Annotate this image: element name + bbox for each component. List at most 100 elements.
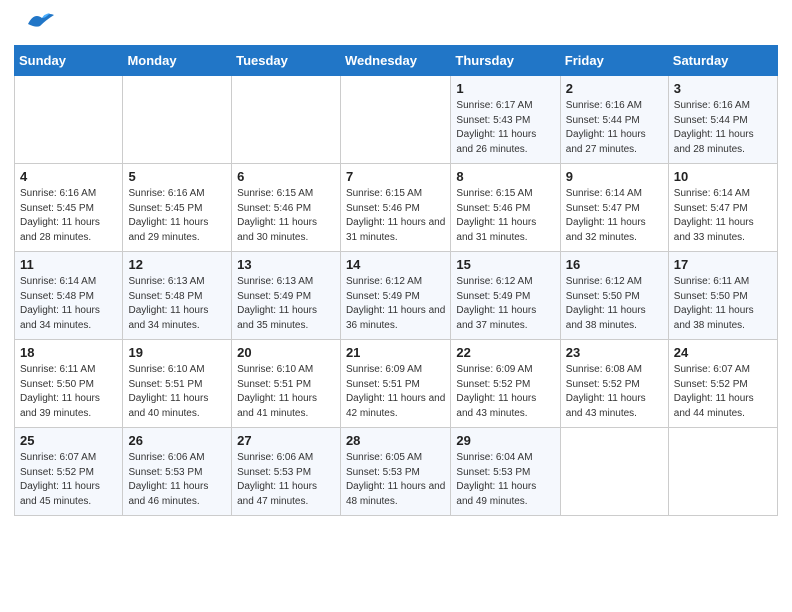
calendar-cell: 6Sunrise: 6:15 AMSunset: 5:46 PMDaylight… (232, 164, 341, 252)
calendar-cell: 10Sunrise: 6:14 AMSunset: 5:47 PMDayligh… (668, 164, 777, 252)
day-info: Sunrise: 6:15 AMSunset: 5:46 PMDaylight:… (237, 187, 335, 245)
day-number: 26 (128, 432, 226, 450)
calendar-cell: 2Sunrise: 6:16 AMSunset: 5:44 PMDaylight… (560, 76, 668, 164)
day-number: 17 (674, 256, 772, 274)
day-info: Sunrise: 6:11 AMSunset: 5:50 PMDaylight:… (674, 275, 772, 333)
calendar-cell: 3Sunrise: 6:16 AMSunset: 5:44 PMDaylight… (668, 76, 777, 164)
day-info: Sunrise: 6:05 AMSunset: 5:53 PMDaylight:… (346, 451, 445, 509)
day-info: Sunrise: 6:10 AMSunset: 5:51 PMDaylight:… (128, 363, 226, 421)
day-info: Sunrise: 6:08 AMSunset: 5:52 PMDaylight:… (566, 363, 663, 421)
calendar-cell: 21Sunrise: 6:09 AMSunset: 5:51 PMDayligh… (340, 340, 450, 428)
calendar-cell: 16Sunrise: 6:12 AMSunset: 5:50 PMDayligh… (560, 252, 668, 340)
day-info: Sunrise: 6:15 AMSunset: 5:46 PMDaylight:… (456, 187, 554, 245)
day-info: Sunrise: 6:09 AMSunset: 5:52 PMDaylight:… (456, 363, 554, 421)
calendar-cell: 27Sunrise: 6:06 AMSunset: 5:53 PMDayligh… (232, 428, 341, 516)
calendar-header: SundayMondayTuesdayWednesdayThursdayFrid… (15, 46, 778, 76)
day-number: 27 (237, 432, 335, 450)
day-info: Sunrise: 6:06 AMSunset: 5:53 PMDaylight:… (128, 451, 226, 509)
day-number: 11 (20, 256, 117, 274)
day-info: Sunrise: 6:16 AMSunset: 5:44 PMDaylight:… (566, 99, 663, 157)
calendar-cell: 4Sunrise: 6:16 AMSunset: 5:45 PMDaylight… (15, 164, 123, 252)
day-info: Sunrise: 6:07 AMSunset: 5:52 PMDaylight:… (20, 451, 117, 509)
calendar-cell (668, 428, 777, 516)
calendar-cell (560, 428, 668, 516)
day-number: 20 (237, 344, 335, 362)
calendar-cell: 9Sunrise: 6:14 AMSunset: 5:47 PMDaylight… (560, 164, 668, 252)
day-info: Sunrise: 6:12 AMSunset: 5:50 PMDaylight:… (566, 275, 663, 333)
day-info: Sunrise: 6:11 AMSunset: 5:50 PMDaylight:… (20, 363, 117, 421)
day-number: 22 (456, 344, 554, 362)
day-number: 23 (566, 344, 663, 362)
day-number: 25 (20, 432, 117, 450)
calendar-table: SundayMondayTuesdayWednesdayThursdayFrid… (14, 45, 778, 516)
day-number: 2 (566, 80, 663, 98)
day-number: 28 (346, 432, 445, 450)
day-info: Sunrise: 6:12 AMSunset: 5:49 PMDaylight:… (456, 275, 554, 333)
calendar-cell: 7Sunrise: 6:15 AMSunset: 5:46 PMDaylight… (340, 164, 450, 252)
col-header-wednesday: Wednesday (340, 46, 450, 76)
day-info: Sunrise: 6:16 AMSunset: 5:45 PMDaylight:… (20, 187, 117, 245)
logo (24, 18, 56, 35)
day-number: 14 (346, 256, 445, 274)
day-info: Sunrise: 6:06 AMSunset: 5:53 PMDaylight:… (237, 451, 335, 509)
calendar-cell: 14Sunrise: 6:12 AMSunset: 5:49 PMDayligh… (340, 252, 450, 340)
calendar-cell: 12Sunrise: 6:13 AMSunset: 5:48 PMDayligh… (123, 252, 232, 340)
calendar-cell (15, 76, 123, 164)
day-number: 9 (566, 168, 663, 186)
calendar-cell: 28Sunrise: 6:05 AMSunset: 5:53 PMDayligh… (340, 428, 450, 516)
calendar-cell: 18Sunrise: 6:11 AMSunset: 5:50 PMDayligh… (15, 340, 123, 428)
day-info: Sunrise: 6:15 AMSunset: 5:46 PMDaylight:… (346, 187, 445, 245)
day-info: Sunrise: 6:04 AMSunset: 5:53 PMDaylight:… (456, 451, 554, 509)
calendar-cell: 29Sunrise: 6:04 AMSunset: 5:53 PMDayligh… (451, 428, 560, 516)
calendar-cell: 26Sunrise: 6:06 AMSunset: 5:53 PMDayligh… (123, 428, 232, 516)
col-header-monday: Monday (123, 46, 232, 76)
day-info: Sunrise: 6:13 AMSunset: 5:49 PMDaylight:… (237, 275, 335, 333)
calendar-cell: 22Sunrise: 6:09 AMSunset: 5:52 PMDayligh… (451, 340, 560, 428)
calendar-cell (340, 76, 450, 164)
calendar-cell: 20Sunrise: 6:10 AMSunset: 5:51 PMDayligh… (232, 340, 341, 428)
page-header (0, 0, 792, 41)
day-info: Sunrise: 6:10 AMSunset: 5:51 PMDaylight:… (237, 363, 335, 421)
day-info: Sunrise: 6:14 AMSunset: 5:47 PMDaylight:… (566, 187, 663, 245)
calendar-cell: 8Sunrise: 6:15 AMSunset: 5:46 PMDaylight… (451, 164, 560, 252)
day-number: 3 (674, 80, 772, 98)
calendar-cell: 15Sunrise: 6:12 AMSunset: 5:49 PMDayligh… (451, 252, 560, 340)
day-number: 7 (346, 168, 445, 186)
day-number: 13 (237, 256, 335, 274)
calendar-cell: 11Sunrise: 6:14 AMSunset: 5:48 PMDayligh… (15, 252, 123, 340)
calendar-cell: 23Sunrise: 6:08 AMSunset: 5:52 PMDayligh… (560, 340, 668, 428)
calendar: SundayMondayTuesdayWednesdayThursdayFrid… (0, 41, 792, 526)
calendar-cell: 13Sunrise: 6:13 AMSunset: 5:49 PMDayligh… (232, 252, 341, 340)
day-number: 1 (456, 80, 554, 98)
col-header-sunday: Sunday (15, 46, 123, 76)
day-info: Sunrise: 6:13 AMSunset: 5:48 PMDaylight:… (128, 275, 226, 333)
day-info: Sunrise: 6:14 AMSunset: 5:48 PMDaylight:… (20, 275, 117, 333)
day-number: 19 (128, 344, 226, 362)
calendar-cell: 24Sunrise: 6:07 AMSunset: 5:52 PMDayligh… (668, 340, 777, 428)
day-number: 18 (20, 344, 117, 362)
calendar-cell (123, 76, 232, 164)
col-header-thursday: Thursday (451, 46, 560, 76)
calendar-cell: 25Sunrise: 6:07 AMSunset: 5:52 PMDayligh… (15, 428, 123, 516)
calendar-cell (232, 76, 341, 164)
day-number: 16 (566, 256, 663, 274)
logo-bird-icon (26, 10, 56, 35)
day-number: 24 (674, 344, 772, 362)
day-number: 29 (456, 432, 554, 450)
day-info: Sunrise: 6:12 AMSunset: 5:49 PMDaylight:… (346, 275, 445, 333)
day-number: 10 (674, 168, 772, 186)
day-info: Sunrise: 6:17 AMSunset: 5:43 PMDaylight:… (456, 99, 554, 157)
day-number: 5 (128, 168, 226, 186)
day-number: 15 (456, 256, 554, 274)
day-number: 12 (128, 256, 226, 274)
calendar-cell: 1Sunrise: 6:17 AMSunset: 5:43 PMDaylight… (451, 76, 560, 164)
day-info: Sunrise: 6:16 AMSunset: 5:44 PMDaylight:… (674, 99, 772, 157)
day-number: 8 (456, 168, 554, 186)
day-info: Sunrise: 6:16 AMSunset: 5:45 PMDaylight:… (128, 187, 226, 245)
day-info: Sunrise: 6:09 AMSunset: 5:51 PMDaylight:… (346, 363, 445, 421)
day-info: Sunrise: 6:14 AMSunset: 5:47 PMDaylight:… (674, 187, 772, 245)
calendar-cell: 19Sunrise: 6:10 AMSunset: 5:51 PMDayligh… (123, 340, 232, 428)
day-number: 6 (237, 168, 335, 186)
day-number: 4 (20, 168, 117, 186)
col-header-tuesday: Tuesday (232, 46, 341, 76)
